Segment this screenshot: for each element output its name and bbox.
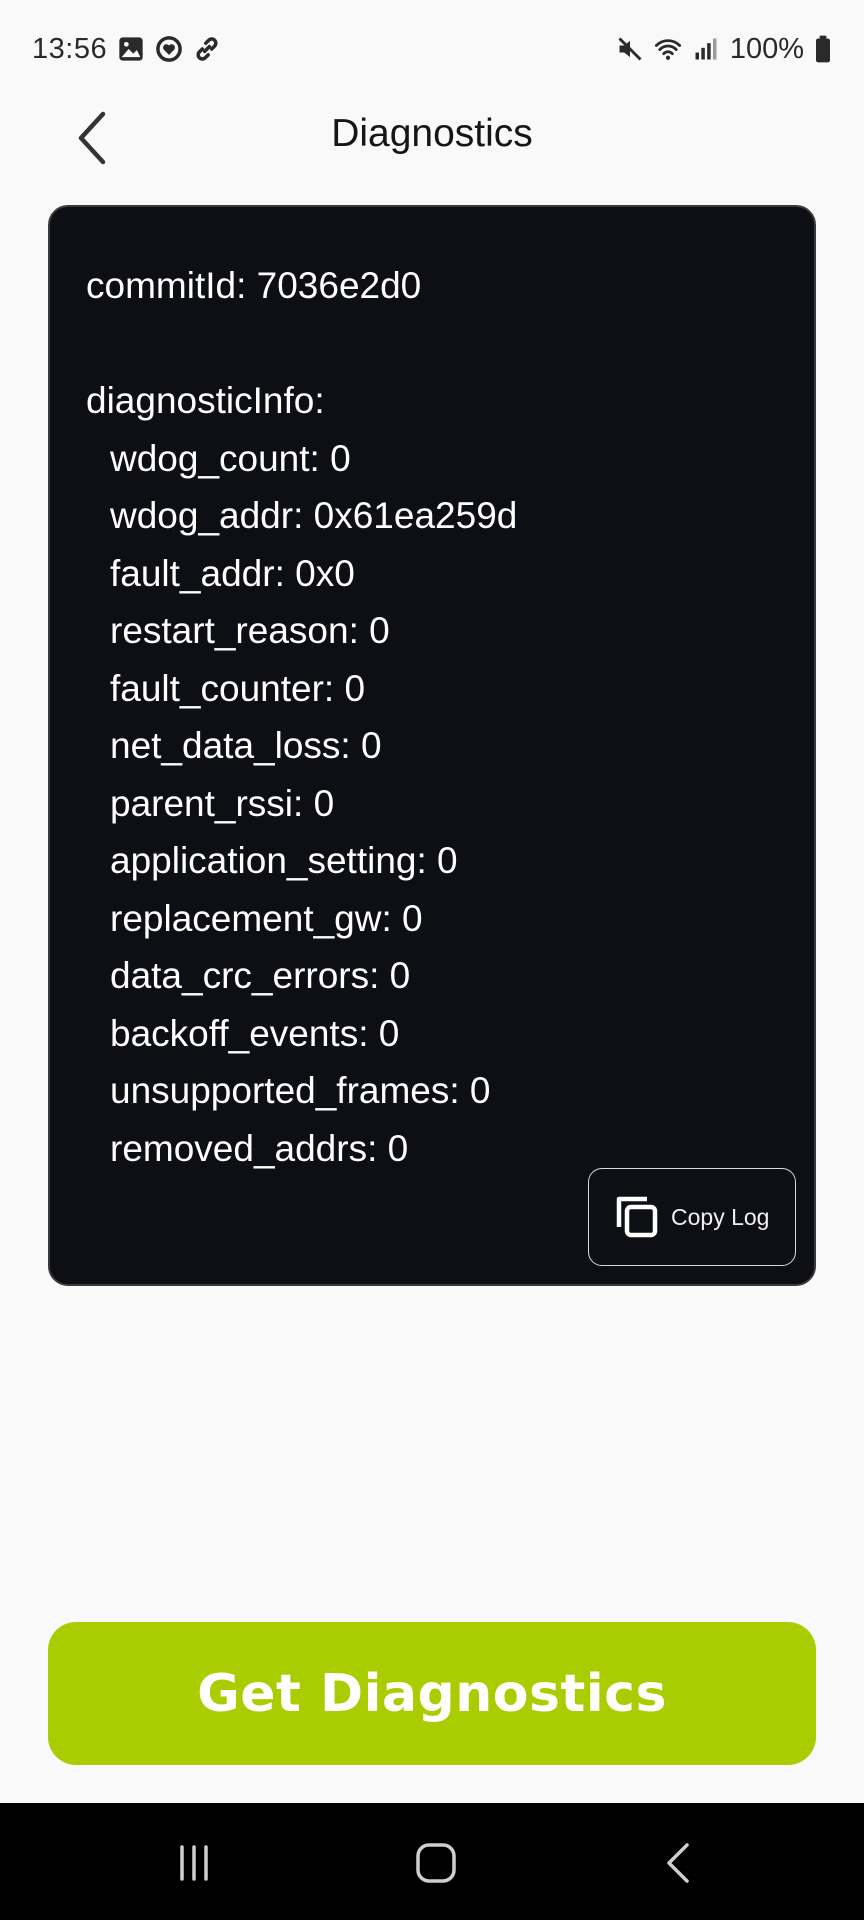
log-entry-fault-counter: fault_counter: 0	[110, 667, 366, 709]
link-icon	[193, 35, 221, 63]
status-bar: 13:56 100%	[0, 0, 864, 98]
heart-circle-icon	[155, 35, 183, 63]
battery-icon	[814, 35, 832, 63]
log-spacer	[86, 315, 778, 373]
diagnostic-info-label: diagnosticInfo:	[86, 380, 325, 421]
system-nav-bar	[0, 1803, 864, 1920]
log-entry-restart-reason: restart_reason: 0	[110, 610, 390, 651]
system-back-button[interactable]	[648, 1833, 708, 1893]
log-entry-backoff-events: backoff_events: 0	[110, 1012, 400, 1054]
log-entry-net-data-loss: net_data_loss: 0	[110, 725, 382, 766]
wifi-icon	[654, 35, 682, 63]
log-entry-replacement-gw: replacement_gw: 0	[110, 897, 423, 939]
status-time: 13:56	[32, 32, 108, 65]
copy-log-label: Copy Log	[671, 1203, 770, 1230]
commit-id-line: commitId: 7036e2d0	[86, 265, 422, 306]
mute-icon	[616, 35, 644, 63]
home-icon	[416, 1843, 456, 1883]
get-diagnostics-label: Get Diagnostics	[197, 1663, 667, 1724]
page-title: Diagnostics	[331, 112, 533, 155]
copy-log-button[interactable]: Copy Log	[588, 1168, 796, 1266]
header: Diagnostics	[0, 98, 864, 178]
copy-icon	[616, 1196, 658, 1238]
signal-icon	[692, 35, 720, 63]
gallery-icon	[117, 35, 145, 63]
diagnostics-log-panel: commitId: 7036e2d0 diagnosticInfo: wdog_…	[48, 205, 816, 1286]
recent-apps-icon	[180, 1845, 208, 1881]
log-entry-wdog-count: wdog_count: 0	[110, 437, 351, 479]
log-entry-fault-addr: fault_addr: 0x0	[110, 552, 355, 594]
status-right: 100%	[616, 33, 832, 66]
log-entry-data-crc-errors: data_crc_errors: 0	[110, 955, 411, 996]
back-arrow-icon	[667, 1843, 689, 1883]
get-diagnostics-button[interactable]: Get Diagnostics	[48, 1622, 816, 1765]
log-entry-parent-rssi: parent_rssi: 0	[110, 782, 335, 824]
log-entry-unsupported-frames: unsupported_frames: 0	[110, 1070, 491, 1111]
log-entry-application-setting: application_setting: 0	[110, 840, 458, 881]
battery-percentage: 100%	[729, 32, 804, 65]
log-entry-wdog-addr: wdog_addr: 0x61ea259d	[110, 495, 518, 536]
recent-apps-button[interactable]	[164, 1833, 224, 1893]
home-button[interactable]	[406, 1833, 466, 1893]
status-left: 13:56	[32, 33, 221, 66]
